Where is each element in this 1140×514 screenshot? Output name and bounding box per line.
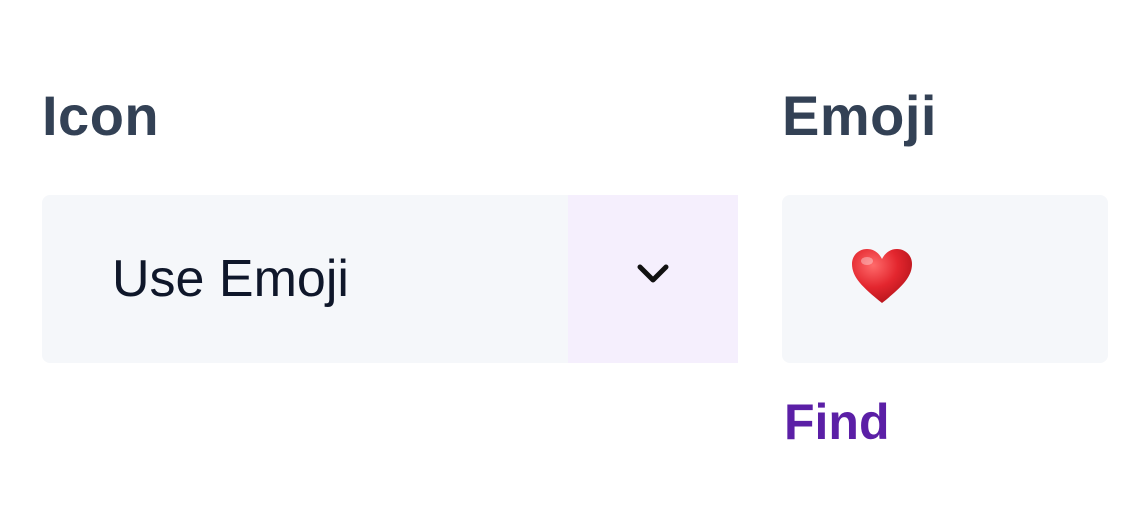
- emoji-input[interactable]: [782, 195, 1108, 363]
- find-emoji-link[interactable]: Find: [784, 392, 890, 452]
- icon-label: Icon: [42, 84, 160, 147]
- icon-type-selected-value: Use Emoji: [112, 250, 349, 308]
- icon-type-dropdown-toggle[interactable]: [568, 195, 738, 363]
- red-heart-icon: [852, 249, 912, 303]
- icon-type-select[interactable]: Use Emoji: [42, 195, 738, 363]
- chevron-down-icon: [637, 264, 669, 283]
- emoji-label: Emoji: [782, 84, 937, 147]
- icon-settings-panel: Icon Use Emoji Emoji Find: [0, 0, 1140, 514]
